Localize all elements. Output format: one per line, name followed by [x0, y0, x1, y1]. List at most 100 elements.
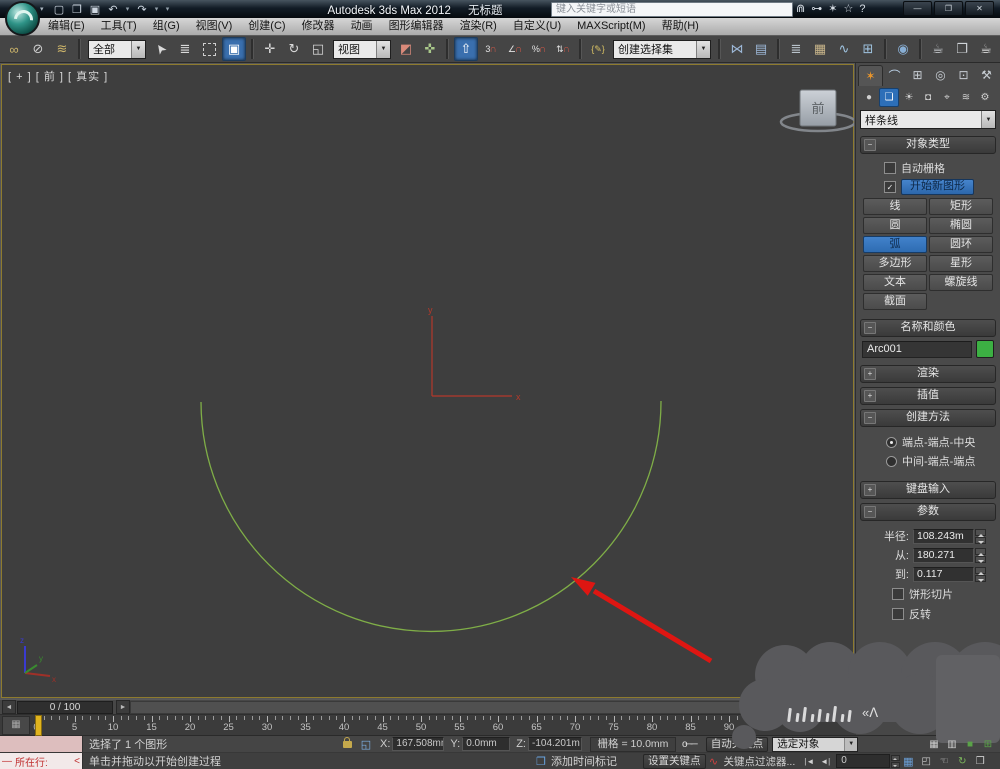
- next-frame-button[interactable]: ►: [116, 700, 130, 714]
- selection-lock-icon[interactable]: [343, 736, 352, 748]
- shape-button-截面[interactable]: 截面: [863, 293, 927, 310]
- radio-button[interactable]: [886, 436, 897, 448]
- shape-button-圆[interactable]: 圆: [863, 217, 927, 234]
- maximize-button[interactable]: ❐: [934, 1, 963, 16]
- select-and-manipulate-icon[interactable]: ✜: [419, 38, 441, 60]
- viewcube[interactable]: 前: [779, 89, 854, 133]
- checkbox[interactable]: [892, 608, 904, 620]
- new-file-icon[interactable]: ▢: [52, 3, 66, 16]
- render-setup-icon[interactable]: ☕: [927, 38, 949, 60]
- select-by-name-icon[interactable]: ≣: [174, 38, 196, 60]
- rollout-rendering-header[interactable]: + 渲染: [860, 365, 996, 383]
- spinner-up-icon[interactable]: [975, 566, 986, 575]
- percent-snap-icon[interactable]: % ∩: [528, 38, 550, 60]
- layer-manager-icon[interactable]: ≣: [785, 38, 807, 60]
- z-coord-field[interactable]: -104.201m: [527, 737, 582, 751]
- minimize-button[interactable]: —: [903, 1, 932, 16]
- named-selection-sets-dropdown[interactable]: 创建选择集 ▼: [613, 39, 711, 59]
- curve-editor-icon[interactable]: ∿: [833, 38, 855, 60]
- use-pivot-center-icon[interactable]: ◩: [395, 38, 417, 60]
- spinner-down-icon[interactable]: [975, 536, 986, 544]
- select-and-link-icon[interactable]: ∞: [3, 38, 25, 60]
- select-and-rotate-icon[interactable]: ↻: [283, 38, 305, 60]
- expand-icon[interactable]: +: [864, 484, 876, 496]
- undo-icon[interactable]: ↶: [106, 3, 120, 16]
- edit-named-selection-sets-icon[interactable]: {✎}: [587, 38, 609, 60]
- spinner-up-icon[interactable]: [975, 547, 986, 556]
- collapse-icon[interactable]: −: [864, 139, 876, 151]
- transform-gizmo[interactable]: [431, 316, 512, 397]
- menu-item[interactable]: 帮助(H): [654, 18, 707, 35]
- viewport-label[interactable]: [ + ] [ 前 ] [ 真实 ]: [8, 68, 108, 84]
- set-key-button[interactable]: 设置关键点: [643, 753, 706, 769]
- y-coord-field[interactable]: 0.0mm: [462, 737, 511, 751]
- rollout-object-type-header[interactable]: − 对象类型: [860, 136, 996, 154]
- expand-icon[interactable]: +: [864, 368, 876, 380]
- rollout-name-color-header[interactable]: − 名称和颜色: [860, 319, 996, 337]
- menu-item[interactable]: 创建(C): [240, 18, 293, 35]
- checkbox[interactable]: [892, 588, 904, 600]
- shape-button-圆环[interactable]: 圆环: [929, 236, 993, 253]
- x-coord-field[interactable]: 167.508mm: [392, 737, 445, 751]
- previous-frame-button[interactable]: ◄: [2, 700, 16, 714]
- parameter-spinner[interactable]: [975, 566, 986, 582]
- rollout-interpolation-header[interactable]: + 插值: [860, 387, 996, 405]
- dropdown-arrow-icon[interactable]: ▼: [696, 40, 710, 58]
- app-logo-icon[interactable]: [5, 1, 40, 36]
- shape-button-矩形[interactable]: 矩形: [929, 198, 993, 215]
- schematic-view-icon[interactable]: ⊞: [857, 38, 879, 60]
- graphite-ribbon-icon[interactable]: ▦: [809, 38, 831, 60]
- shape-category-dropdown[interactable]: 样条线 ▼: [860, 110, 996, 129]
- parameter-field[interactable]: 108.243m: [913, 528, 974, 544]
- sub-helpers[interactable]: ⌖: [938, 89, 956, 106]
- bind-to-spacewarp-icon[interactable]: ≋: [51, 38, 73, 60]
- key-filters-button[interactable]: 关键点过滤器...: [724, 754, 796, 769]
- render-production-icon[interactable]: ☕: [975, 38, 997, 60]
- menu-item[interactable]: 渲染(R): [452, 18, 505, 35]
- favorites-icon[interactable]: ☆: [843, 2, 853, 15]
- reference-coordinate-dropdown[interactable]: 视图 ▼: [333, 39, 391, 59]
- dropdown-arrow-icon[interactable]: ▼: [844, 737, 858, 751]
- menu-item[interactable]: 修改器: [294, 18, 343, 35]
- angle-snap-icon[interactable]: ∠ ∩: [504, 38, 526, 60]
- shape-button-螺旋线[interactable]: 螺旋线: [929, 274, 993, 291]
- timeline-ruler[interactable]: 051015202530354045505560657075808590: [33, 715, 852, 735]
- collapse-icon[interactable]: −: [864, 322, 876, 334]
- start-new-shape-checkbox[interactable]: ✓: [884, 181, 896, 193]
- menu-item[interactable]: 视图(V): [188, 18, 241, 35]
- menu-item[interactable]: 图形编辑器: [381, 18, 452, 35]
- shape-button-文本[interactable]: 文本: [863, 274, 927, 291]
- redo-flyout-icon[interactable]: ▾: [153, 5, 160, 13]
- dropdown-arrow-icon[interactable]: ▼: [981, 111, 995, 128]
- front-viewport[interactable]: [ + ] [ 前 ] [ 真实 ] 前 y x z x y: [1, 64, 854, 698]
- shape-button-椭圆[interactable]: 椭圆: [929, 217, 993, 234]
- shape-button-线[interactable]: 线: [863, 198, 927, 215]
- communication-center-icon[interactable]: ⊶: [811, 2, 822, 15]
- connection-icon[interactable]: ✶: [828, 2, 837, 15]
- tab-hierarchy[interactable]: ⊞: [906, 65, 929, 85]
- align-icon[interactable]: ▤: [750, 38, 772, 60]
- shape-button-多边形[interactable]: 多边形: [863, 255, 927, 272]
- rollout-keyboard-entry-header[interactable]: + 键盘输入: [860, 481, 996, 499]
- help-icon[interactable]: ?: [859, 3, 865, 15]
- material-editor-icon[interactable]: ◉: [892, 38, 914, 60]
- search-input[interactable]: 键入关键字或短语: [551, 2, 793, 17]
- sub-shapes[interactable]: ❏: [879, 87, 899, 107]
- shape-button-星形[interactable]: 星形: [929, 255, 993, 272]
- absolute-offset-toggle-icon[interactable]: ◱: [358, 738, 374, 751]
- object-name-field[interactable]: Arc001: [862, 340, 972, 358]
- expand-icon[interactable]: +: [864, 390, 876, 402]
- tab-utilities[interactable]: ⚒: [975, 65, 998, 85]
- menu-item[interactable]: 工具(T): [93, 18, 145, 35]
- tab-display[interactable]: ⊡: [952, 65, 975, 85]
- menu-item[interactable]: 动画: [343, 18, 381, 35]
- dropdown-arrow-icon[interactable]: ▼: [131, 40, 145, 58]
- object-color-swatch[interactable]: [976, 340, 994, 358]
- mini-curve-editor-toggle[interactable]: ▦: [2, 716, 30, 735]
- window-crossing-icon[interactable]: ▣: [222, 37, 246, 61]
- time-slider-track[interactable]: [130, 700, 853, 714]
- select-object-icon[interactable]: ➤: [146, 34, 177, 65]
- rollout-creation-method-header[interactable]: − 创建方法: [860, 409, 996, 427]
- spinner-down-icon[interactable]: [975, 555, 986, 563]
- rendered-frame-window-icon[interactable]: ❐: [951, 38, 973, 60]
